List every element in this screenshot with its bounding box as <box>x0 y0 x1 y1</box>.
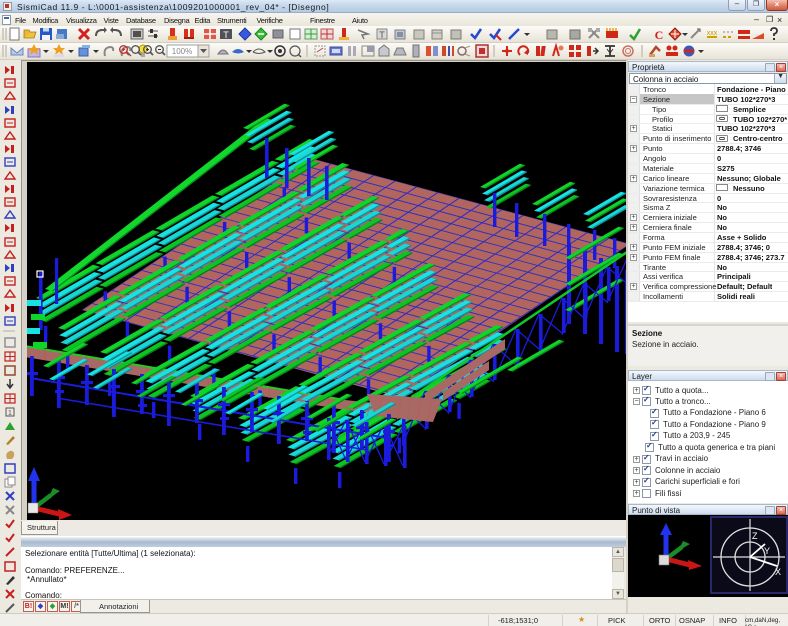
svg-text:100%: 100% <box>172 47 192 56</box>
svg-text:Z: Z <box>752 531 758 541</box>
svg-text:X: X <box>775 567 781 577</box>
svg-text:T: T <box>379 30 385 40</box>
svg-text:Y: Y <box>764 546 770 556</box>
svg-text:T: T <box>223 30 229 40</box>
svg-text:xxx: xxx <box>707 30 718 37</box>
svg-text:C: C <box>655 28 664 42</box>
svg-text:1: 1 <box>8 410 12 417</box>
